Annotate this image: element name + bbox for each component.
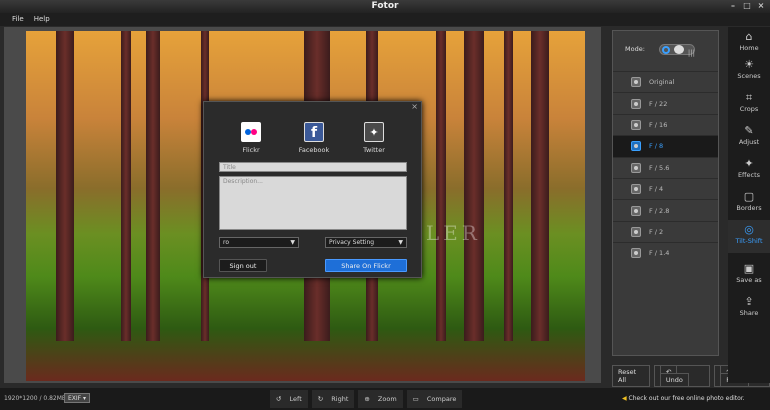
sign-out-button[interactable]: Sign out xyxy=(219,259,267,272)
toggle-knob xyxy=(674,45,684,54)
linear-mode-icon: ||| xyxy=(687,49,695,57)
minimize-button[interactable]: – xyxy=(728,1,738,11)
filter-f5-6[interactable]: F / 5.6 xyxy=(613,156,718,178)
save-icon: ▣ xyxy=(743,262,755,275)
sidebar-item-home[interactable]: ⌂ Home xyxy=(728,27,770,55)
maximize-button[interactable]: □ xyxy=(742,1,752,11)
share-on-flickr-button[interactable]: Share On Flickr xyxy=(325,259,407,272)
sidebar-item-effects[interactable]: ✦ Effects xyxy=(728,154,770,187)
tiltshift-icon: ◎ xyxy=(744,223,754,236)
aperture-list: Original F / 22 F / 16 F / 8 F / 5.6 F /… xyxy=(613,71,718,264)
sidebar-item-scenes[interactable]: ☀ Scenes xyxy=(728,55,770,88)
aperture-icon xyxy=(631,119,641,130)
sidebar-item-share[interactable]: ⇪ Share xyxy=(728,292,770,325)
zoom-button[interactable]: ⊕ Zoom xyxy=(358,390,403,408)
rotate-right-icon: ↻ xyxy=(314,395,329,403)
mode-row: Mode: ||| xyxy=(613,41,718,57)
privacy-select[interactable]: Privacy Setting ▼ xyxy=(325,237,407,248)
frame-icon: ▢ xyxy=(743,190,755,203)
main-sidebar: ⌂ Home ☀ Scenes ⌗ Crops ✎ Adjust ✦ Effects ▢ B… xyxy=(728,27,770,383)
twitter-icon: ✦ xyxy=(364,122,384,142)
sidebar-item-adjust[interactable]: ✎ Adjust xyxy=(728,121,770,154)
undo-button[interactable]: ↶ Undo xyxy=(653,365,711,387)
tiltshift-panel: Mode: ||| Original F / 22 F / 16 F / 8 F… xyxy=(612,30,719,356)
radial-mode-icon xyxy=(662,46,670,54)
title-input[interactable]: Title xyxy=(219,162,407,172)
aperture-icon xyxy=(631,226,641,237)
aperture-icon xyxy=(631,184,641,195)
window-title: Fotor xyxy=(371,1,399,11)
filter-f8[interactable]: F / 8 xyxy=(613,135,718,157)
filter-f2[interactable]: F / 2 xyxy=(613,220,718,242)
no-filter-icon xyxy=(631,77,641,88)
facebook-option[interactable]: f Facebook xyxy=(294,122,334,154)
share-dialog: × Flickr f Facebook ✦ Twitter Title Desc… xyxy=(203,101,422,278)
chevron-down-icon: ▼ xyxy=(398,239,403,246)
facebook-label: Facebook xyxy=(298,146,330,154)
flickr-option[interactable]: Flickr xyxy=(231,122,271,154)
filter-f22[interactable]: F / 22 xyxy=(613,92,718,113)
sparkle-icon: ✦ xyxy=(744,157,754,170)
account-select[interactable]: ro ▼ xyxy=(219,237,299,248)
zoom-icon: ⊕ xyxy=(361,395,375,403)
flickr-icon xyxy=(241,122,261,142)
promo-link[interactable]: ◀ Check out our free online photo editor… xyxy=(622,390,745,408)
aperture-icon xyxy=(631,248,641,259)
filter-f1-4[interactable]: F / 1.4 xyxy=(613,242,718,263)
twitter-option[interactable]: ✦ Twitter xyxy=(354,122,394,154)
aperture-icon xyxy=(631,98,641,109)
window-titlebar: Fotor – □ × xyxy=(0,0,770,13)
account-value: ro xyxy=(223,239,230,246)
menu-bar: File Help xyxy=(0,13,770,26)
pencil-icon: ✎ xyxy=(744,124,754,137)
mode-toggle[interactable]: ||| xyxy=(659,44,695,57)
aperture-icon xyxy=(631,162,641,173)
compare-icon: ▭ xyxy=(409,395,424,403)
sidebar-item-save-as[interactable]: ▣ Save as xyxy=(728,259,770,292)
twitter-label: Twitter xyxy=(363,146,385,154)
sun-icon: ☀ xyxy=(744,58,754,71)
mode-label: Mode: xyxy=(625,45,645,53)
filter-original[interactable]: Original xyxy=(613,71,718,92)
status-bar: 1920*1200 / 0.82MB EXIF ▾ ↺ Left ↻ Right… xyxy=(0,388,770,410)
reset-all-button[interactable]: Reset All xyxy=(612,365,650,387)
filter-f4[interactable]: F / 4 xyxy=(613,177,718,199)
filter-f2-8[interactable]: F / 2.8 xyxy=(613,199,718,220)
description-input[interactable]: Description... xyxy=(219,176,407,230)
rotate-right-button[interactable]: ↻ Right xyxy=(311,390,355,408)
menu-file[interactable]: File xyxy=(12,13,24,26)
privacy-value: Privacy Setting xyxy=(329,239,375,246)
sidebar-item-tiltshift[interactable]: ◎ Tilt-Shift xyxy=(728,220,770,253)
menu-help[interactable]: Help xyxy=(34,13,50,26)
view-tools: ↺ Left ↻ Right ⊕ Zoom ▭ Compare xyxy=(270,390,463,408)
facebook-icon: f xyxy=(304,122,324,142)
sidebar-item-crops[interactable]: ⌗ Crops xyxy=(728,88,770,121)
rotate-left-button[interactable]: ↺ Left xyxy=(270,390,308,408)
share-icon: ⇪ xyxy=(744,295,754,308)
aperture-icon xyxy=(631,141,641,152)
filter-f16[interactable]: F / 16 xyxy=(613,113,718,135)
close-window-button[interactable]: × xyxy=(756,1,766,11)
image-info: 1920*1200 / 0.82MB xyxy=(4,395,67,402)
dialog-close-icon[interactable]: × xyxy=(411,102,418,111)
crop-icon: ⌗ xyxy=(745,91,753,104)
chevron-down-icon: ▼ xyxy=(290,239,295,246)
flickr-label: Flickr xyxy=(242,146,260,154)
home-icon: ⌂ xyxy=(745,30,753,43)
rotate-left-icon: ↺ xyxy=(273,395,287,403)
exif-button[interactable]: EXIF ▾ xyxy=(64,393,91,403)
sidebar-item-borders[interactable]: ▢ Borders xyxy=(728,187,770,220)
compare-button[interactable]: ▭ Compare xyxy=(406,390,463,408)
aperture-icon xyxy=(631,205,641,216)
